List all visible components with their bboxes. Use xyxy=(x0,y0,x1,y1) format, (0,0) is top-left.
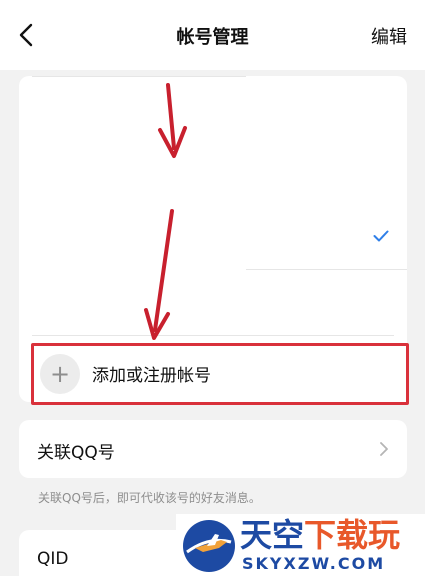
watermark-title: 天空下载玩 xyxy=(240,516,400,554)
divider xyxy=(32,335,394,336)
divider xyxy=(32,76,246,77)
watermark-subtitle: SKYXZW.COM xyxy=(242,554,386,573)
top-bar: 帐号管理 编辑 xyxy=(0,0,425,70)
add-account-label: 添加或注册帐号 xyxy=(92,366,211,386)
page-title: 帐号管理 xyxy=(176,27,249,48)
plus-icon: + xyxy=(40,354,80,394)
watermark-title-main: 天空 xyxy=(240,516,305,554)
watermark-title-accent: 下载玩 xyxy=(304,516,401,554)
airplane-logo-icon xyxy=(183,520,235,572)
qid-label: QID xyxy=(37,549,69,569)
linked-qq-row[interactable]: 关联QQ号 xyxy=(19,420,407,478)
divider xyxy=(246,269,407,270)
edit-button[interactable]: 编辑 xyxy=(371,23,407,49)
checkmark-icon xyxy=(373,230,389,242)
linked-qq-label: 关联QQ号 xyxy=(37,443,115,463)
linked-qq-hint: 关联QQ号后，即可代收该号的好友消息。 xyxy=(38,491,261,505)
site-watermark: 天空下载玩 SKYXZW.COM xyxy=(176,514,425,576)
chevron-right-icon xyxy=(380,442,388,456)
add-account-button[interactable]: + 添加或注册帐号 xyxy=(31,343,409,405)
